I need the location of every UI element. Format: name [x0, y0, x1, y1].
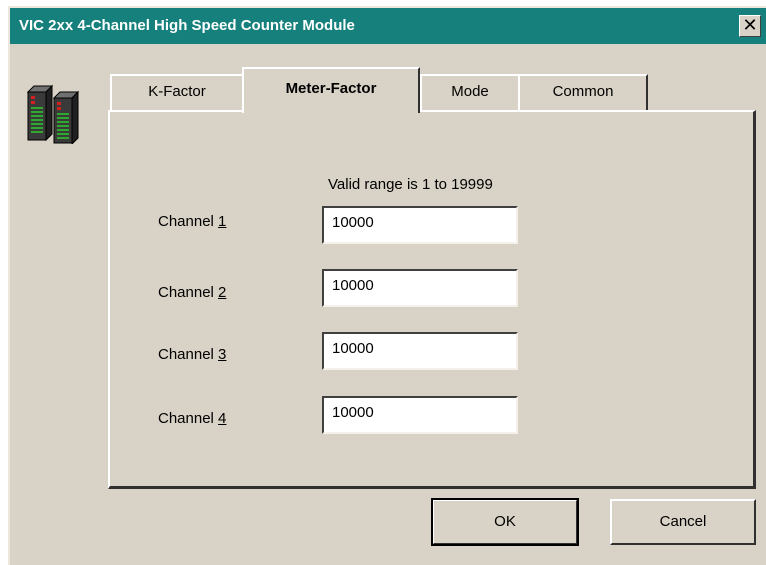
channel-label-prefix: Channel — [158, 346, 219, 363]
counter-module-icon — [24, 82, 84, 149]
tab-label: Common — [552, 83, 614, 100]
channel-label-number: 2 — [218, 284, 227, 301]
close-button[interactable]: ✕ — [739, 15, 761, 37]
channel-label-prefix: Channel — [158, 410, 219, 427]
title-bar[interactable]: VIC 2xx 4-Channel High Speed Counter Mod… — [10, 8, 766, 44]
valid-range-hint: Valid range is 1 to 19999 — [328, 176, 493, 193]
channel-label-prefix: Channel — [158, 213, 219, 230]
channel-3-field[interactable]: 10000 — [322, 332, 518, 370]
channel-label-number: 3 — [218, 346, 227, 363]
tab-meter-factor[interactable]: Meter-Factor — [242, 67, 420, 113]
tab-label: Mode — [451, 83, 489, 100]
channel-label-number: 1 — [218, 213, 227, 230]
channel-label-number: 4 — [218, 410, 227, 427]
channel-4-value: 10000 — [332, 404, 374, 421]
channel-4-field[interactable]: 10000 — [322, 396, 518, 434]
dialog-window: VIC 2xx 4-Channel High Speed Counter Mod… — [8, 6, 766, 565]
channel-1-value: 10000 — [332, 214, 374, 231]
channel-1-label: Channel 1 — [158, 213, 226, 230]
channel-2-value: 10000 — [332, 277, 374, 294]
channel-4-label: Channel 4 — [158, 410, 226, 427]
close-icon: ✕ — [742, 15, 758, 36]
tab-k-factor[interactable]: K-Factor — [110, 74, 244, 110]
tab-label: K-Factor — [148, 83, 206, 100]
channel-2-label: Channel 2 — [158, 284, 226, 301]
window-title: VIC 2xx 4-Channel High Speed Counter Mod… — [19, 17, 355, 34]
channel-label-prefix: Channel — [158, 284, 219, 301]
cancel-button[interactable]: Cancel — [610, 499, 756, 545]
tab-common[interactable]: Common — [518, 74, 648, 110]
ok-button[interactable]: OK — [431, 498, 579, 546]
tab-label: Meter-Factor — [285, 80, 377, 97]
channel-3-label: Channel 3 — [158, 346, 226, 363]
channel-2-field[interactable]: 10000 — [322, 269, 518, 307]
channel-3-value: 10000 — [332, 340, 374, 357]
channel-1-field[interactable]: 10000 — [322, 206, 518, 244]
tab-mode[interactable]: Mode — [420, 74, 520, 110]
